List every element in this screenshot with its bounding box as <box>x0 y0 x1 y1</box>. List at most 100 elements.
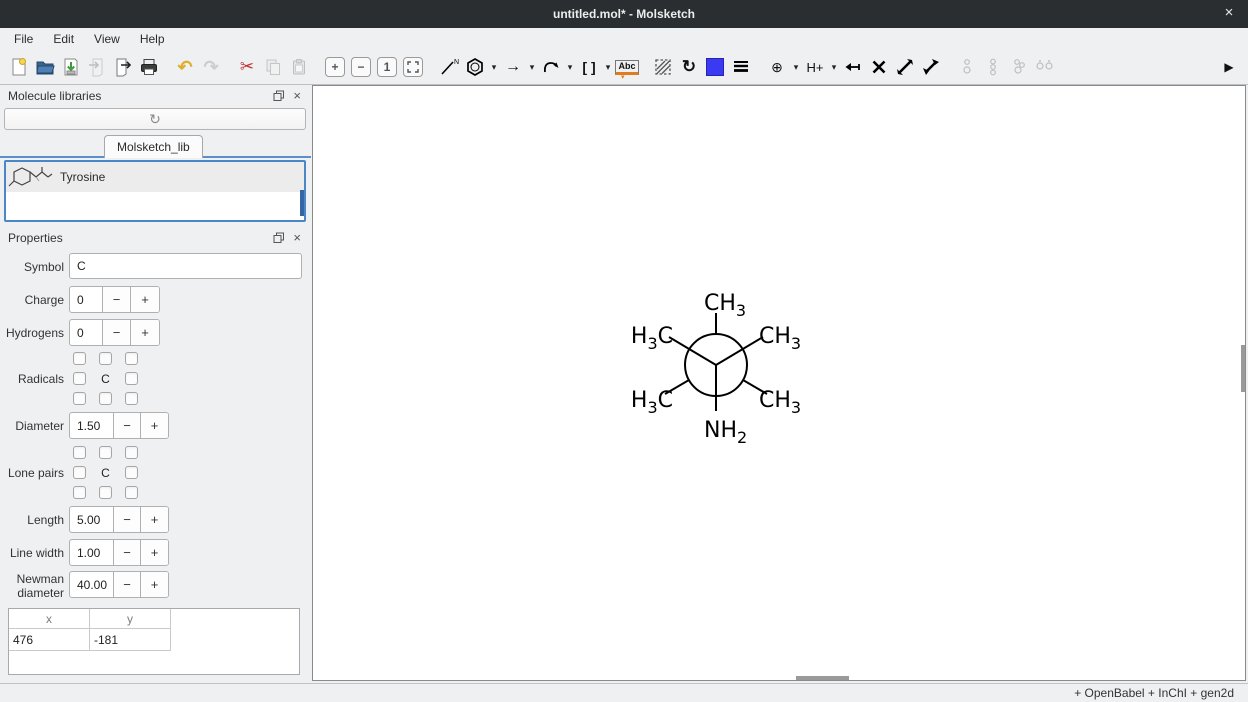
menu-file[interactable]: File <box>4 29 43 49</box>
symbol-input[interactable] <box>69 253 302 279</box>
electron-pair-tool-button[interactable] <box>1006 54 1032 80</box>
line-width-value[interactable]: 1.00 <box>70 540 114 565</box>
radical-checkbox[interactable] <box>73 392 86 405</box>
charge-value[interactable]: 0 <box>70 287 103 312</box>
cell-x[interactable]: 476 <box>9 629 90 651</box>
reaction-arrow-tool-button[interactable]: → <box>500 54 526 80</box>
lone-pair-checkbox[interactable] <box>99 486 112 499</box>
radical-checkbox[interactable] <box>73 372 86 385</box>
label-lower-right[interactable]: CH3 <box>759 388 801 417</box>
paste-button[interactable] <box>286 54 312 80</box>
new-document-button[interactable] <box>6 54 32 80</box>
hydrogen-tool-dropdown[interactable]: ▾ <box>828 54 840 80</box>
bracket-tool-button[interactable]: [ ] <box>576 54 602 80</box>
connect-tool-button[interactable] <box>840 54 866 80</box>
column-header-y[interactable]: y <box>90 609 171 629</box>
bracket-tool-dropdown[interactable]: ▾ <box>602 54 614 80</box>
hydrogens-value[interactable]: 0 <box>70 320 103 345</box>
zoom-original-button[interactable]: 1 <box>374 54 400 80</box>
lone-pair-checkbox[interactable] <box>125 466 138 479</box>
hydrogens-increment-button[interactable]: + <box>131 320 159 345</box>
charge-tool-dropdown[interactable]: ▾ <box>790 54 802 80</box>
length-increment-button[interactable]: + <box>141 507 168 532</box>
float-panel-icon[interactable] <box>273 90 285 102</box>
line-width-button[interactable] <box>728 54 754 80</box>
toolbar-extension-button[interactable]: ▶ <box>1216 54 1242 80</box>
tab-molsketch-lib[interactable]: Molsketch_lib <box>104 135 203 158</box>
column-header-x[interactable]: x <box>9 609 90 629</box>
line-width-increment-button[interactable]: + <box>141 540 168 565</box>
label-top[interactable]: CH3 <box>704 291 746 320</box>
text-tool-dropdown[interactable]: ▾ <box>621 73 625 81</box>
label-bottom[interactable]: NH2 <box>704 418 747 447</box>
lone-pair-checkbox[interactable] <box>125 446 138 459</box>
library-list-scrollbar[interactable] <box>300 190 304 216</box>
zoom-fit-button[interactable] <box>400 54 426 80</box>
redo-button[interactable]: ↷ <box>198 54 224 80</box>
charge-increment-button[interactable]: + <box>131 287 159 312</box>
unpaired-electrons-tool-button[interactable] <box>1032 54 1058 80</box>
refresh-libraries-button[interactable]: ↻ <box>4 108 306 130</box>
color-picker-button[interactable] <box>702 54 728 80</box>
menu-edit[interactable]: Edit <box>43 29 84 49</box>
length-decrement-button[interactable]: − <box>114 507 141 532</box>
ring-tool-button[interactable] <box>462 54 488 80</box>
cut-button[interactable]: ✂ <box>234 54 260 80</box>
radical-electron-tool-button[interactable] <box>980 54 1006 80</box>
copy-button[interactable] <box>260 54 286 80</box>
diameter-increment-button[interactable]: + <box>141 413 168 438</box>
hydrogens-decrement-button[interactable]: − <box>103 320 131 345</box>
ring-tool-dropdown[interactable]: ▾ <box>488 54 500 80</box>
flip-stereo-tool-button[interactable] <box>918 54 944 80</box>
newman-diameter-increment-button[interactable]: + <box>141 572 168 597</box>
undo-button[interactable]: ↶ <box>172 54 198 80</box>
draw-tool-button[interactable]: N <box>436 54 462 80</box>
menu-view[interactable]: View <box>84 29 130 49</box>
print-button[interactable] <box>136 54 162 80</box>
label-upper-left[interactable]: H3C <box>631 324 673 353</box>
canvas-horizontal-scrollbar[interactable] <box>796 676 849 680</box>
radical-checkbox[interactable] <box>99 352 112 365</box>
flip-bond-tool-button[interactable] <box>892 54 918 80</box>
menu-help[interactable]: Help <box>130 29 175 49</box>
lone-pair-checkbox[interactable] <box>73 466 86 479</box>
selection-tool-button[interactable] <box>650 54 676 80</box>
rotate-tool-button[interactable]: ↻ <box>676 54 702 80</box>
radical-checkbox[interactable] <box>125 392 138 405</box>
save-button[interactable] <box>58 54 84 80</box>
radical-checkbox[interactable] <box>73 352 86 365</box>
lone-pair-checkbox[interactable] <box>99 446 112 459</box>
length-value[interactable]: 5.00 <box>70 507 114 532</box>
float-panel-icon[interactable] <box>273 232 285 244</box>
zoom-in-button[interactable]: + <box>322 54 348 80</box>
window-close-button[interactable]: × <box>1220 4 1238 21</box>
cell-y[interactable]: -181 <box>90 629 171 651</box>
drawing-canvas[interactable]: CH3 H3C CH3 H3C CH3 NH2 <box>312 85 1246 681</box>
charge-tool-button[interactable]: ⊕ <box>764 54 790 80</box>
radical-checkbox[interactable] <box>125 352 138 365</box>
radical-checkbox[interactable] <box>99 392 112 405</box>
open-button[interactable] <box>32 54 58 80</box>
diameter-decrement-button[interactable]: − <box>114 413 141 438</box>
line-width-decrement-button[interactable]: − <box>114 540 141 565</box>
delete-tool-button[interactable] <box>866 54 892 80</box>
list-item-tyrosine[interactable]: Tyrosine <box>6 162 304 192</box>
newman-diameter-decrement-button[interactable]: − <box>114 572 141 597</box>
label-upper-right[interactable]: CH3 <box>759 324 801 353</box>
radical-checkbox[interactable] <box>125 372 138 385</box>
lone-pair-checkbox[interactable] <box>73 446 86 459</box>
newman-diameter-value[interactable]: 40.00 <box>70 572 114 597</box>
export-button[interactable] <box>110 54 136 80</box>
lone-pair-checkbox[interactable] <box>73 486 86 499</box>
close-panel-icon[interactable]: × <box>293 232 301 244</box>
lone-pair-tool-button[interactable] <box>954 54 980 80</box>
hydrogen-tool-button[interactable]: H+ <box>802 54 828 80</box>
canvas-vertical-scrollbar[interactable] <box>1241 345 1245 392</box>
charge-decrement-button[interactable]: − <box>103 287 131 312</box>
mechanism-arrow-dropdown[interactable]: ▾ <box>564 54 576 80</box>
text-tool-button[interactable]: Abc ▾ <box>614 54 640 80</box>
diameter-value[interactable]: 1.50 <box>70 413 114 438</box>
label-lower-left[interactable]: H3C <box>631 388 673 417</box>
reaction-arrow-dropdown[interactable]: ▾ <box>526 54 538 80</box>
newman-projection[interactable]: CH3 H3C CH3 H3C CH3 NH2 <box>313 86 1245 680</box>
